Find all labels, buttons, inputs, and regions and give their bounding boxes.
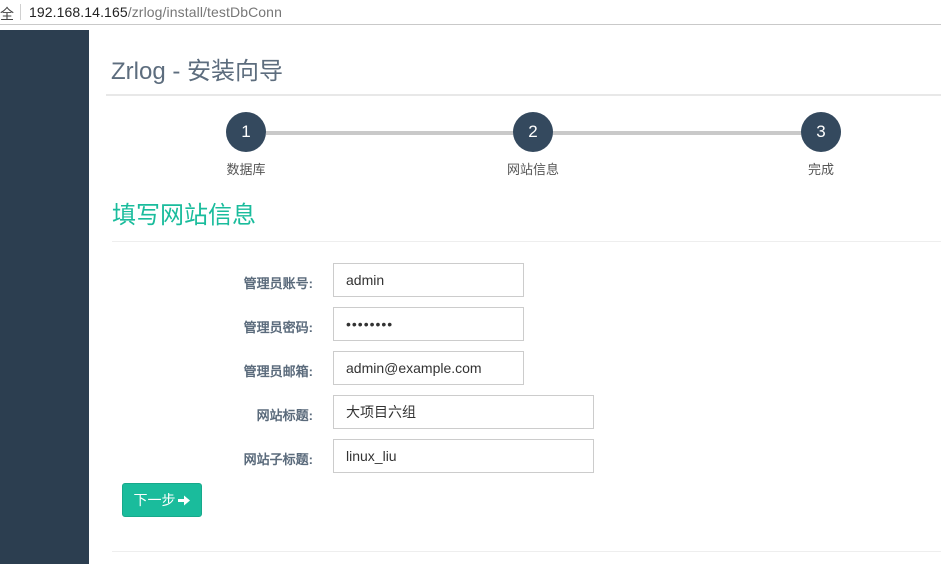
admin-password-input[interactable] (333, 307, 524, 341)
site-subtitle-input[interactable] (333, 439, 594, 473)
wizard-steps: 1 数据库 2 网站信息 3 完成 (89, 110, 941, 180)
next-step-label: 下一步 (133, 492, 176, 508)
admin-email-input[interactable] (333, 351, 524, 385)
next-step-button[interactable]: 下一步 (122, 483, 202, 517)
site-title-input[interactable] (333, 395, 594, 429)
step-2-circle: 2 (513, 112, 553, 152)
step-1-label: 数据库 (226, 162, 266, 177)
address-separator (20, 4, 21, 20)
section-title: 填写网站信息 (112, 202, 256, 229)
step-1-circle: 1 (226, 112, 266, 152)
step-3-label: 完成 (807, 162, 834, 177)
url-path: /zrlog/install/testDbConn (127, 4, 282, 20)
footer-divider (112, 551, 941, 552)
install-wizard-panel: Zrlog - 安装向导 1 数据库 2 网站信息 3 完成 填写网站信息 管理… (89, 30, 941, 564)
admin-password-label: 管理员密码: (243, 320, 313, 335)
site-subtitle-label: 网站子标题: (243, 452, 313, 467)
security-indicator[interactable]: 全 (0, 4, 14, 24)
arrow-right-icon (177, 495, 190, 506)
url-host: 192.168.14.165 (29, 4, 128, 20)
url-text[interactable]: 192.168.14.165/zrlog/install/testDbConn (29, 4, 282, 20)
step-3-circle: 3 (801, 112, 841, 152)
page-title: Zrlog - 安装向导 (111, 58, 284, 85)
admin-account-input[interactable] (333, 263, 524, 297)
site-title-label: 网站标题: (256, 408, 313, 423)
section-divider (112, 241, 941, 242)
admin-email-label: 管理员邮箱: (243, 364, 313, 379)
step-connector-2-3 (553, 131, 841, 135)
admin-account-label: 管理员账号: (243, 276, 313, 291)
address-bar[interactable]: 全 192.168.14.165/zrlog/install/testDbCon… (0, 0, 941, 25)
step-2-label: 网站信息 (506, 162, 559, 177)
step-connector-1-2 (266, 131, 553, 135)
sidebar (0, 30, 89, 564)
title-divider (106, 94, 941, 96)
browser-page: 全 192.168.14.165/zrlog/install/testDbCon… (0, 0, 941, 564)
